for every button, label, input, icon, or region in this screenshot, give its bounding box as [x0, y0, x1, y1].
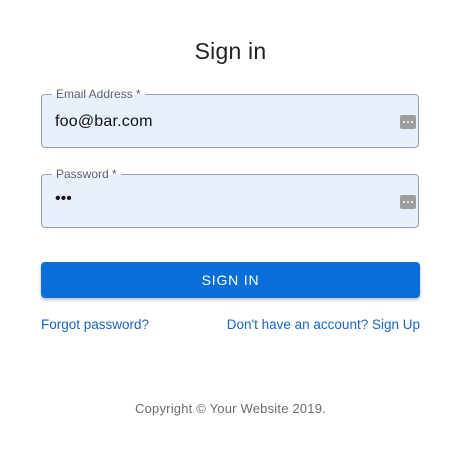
password-field[interactable]: Password * ••• [41, 167, 419, 228]
autofill-key-icon[interactable] [400, 195, 416, 209]
email-field-label: Email Address * [52, 87, 145, 101]
copyright-text: Copyright © Your Website 2019. [135, 401, 326, 416]
sign-in-button[interactable]: SIGN IN [41, 262, 420, 298]
email-field[interactable]: Email Address * foo@bar.com [41, 87, 419, 148]
autofill-key-icon[interactable] [400, 115, 416, 129]
email-field-value[interactable]: foo@bar.com [55, 113, 153, 131]
forgot-password-link[interactable]: Forgot password? [41, 317, 149, 332]
sign-up-link[interactable]: Don't have an account? Sign Up [227, 317, 420, 332]
sign-in-page: Sign in Email Address * foo@bar.com Pass… [0, 0, 467, 454]
page-title: Sign in [194, 38, 267, 64]
password-field-label: Password * [52, 167, 121, 181]
password-field-value[interactable]: ••• [55, 190, 72, 208]
